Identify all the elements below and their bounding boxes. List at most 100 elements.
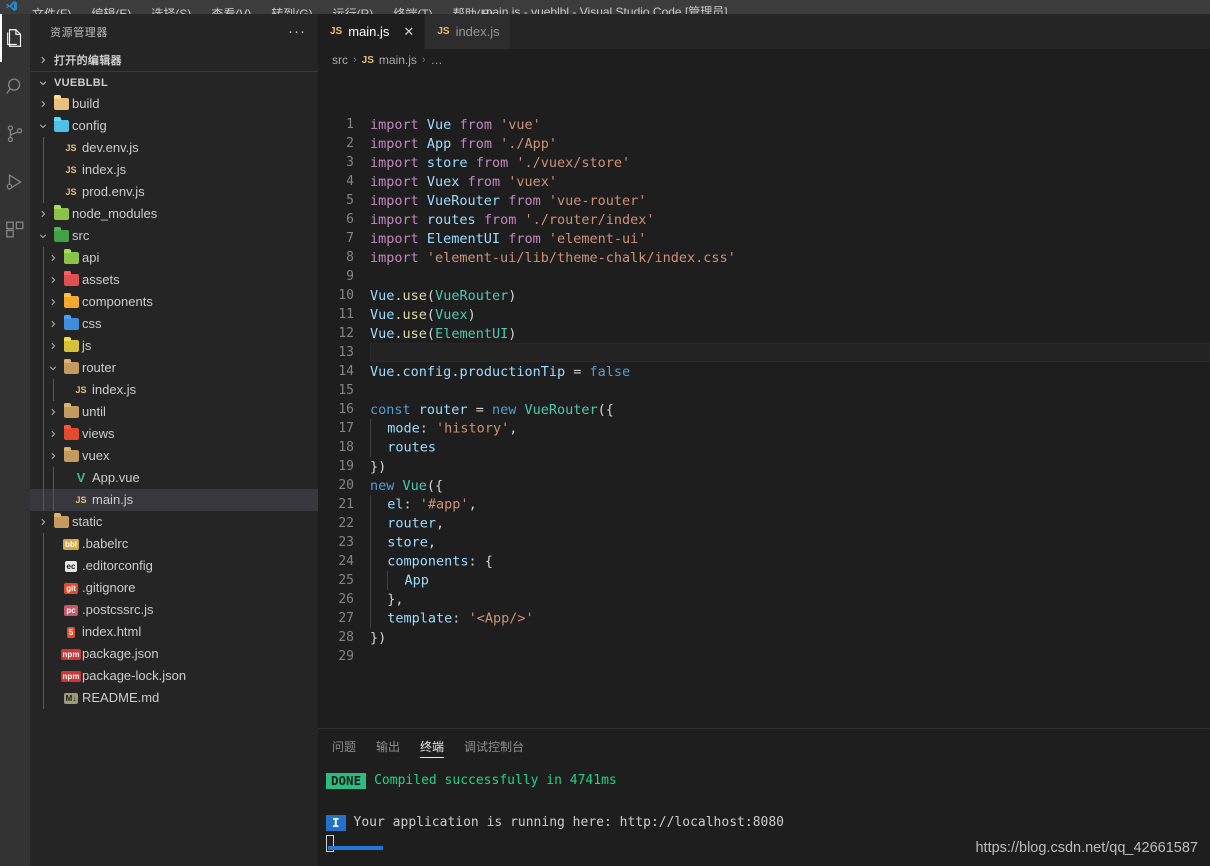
tree-item-index-html[interactable]: 5 index.html <box>30 621 318 643</box>
tree-item-js[interactable]: js <box>30 335 318 357</box>
code-token: productionTip <box>459 363 566 380</box>
code-token: router <box>418 401 468 418</box>
panel-tab-terminal[interactable]: 终端 <box>420 729 445 764</box>
workspace-root-section[interactable]: VUEBLBL <box>30 71 318 93</box>
tree-item-config[interactable]: config <box>30 115 318 137</box>
code-token: }) <box>370 458 387 475</box>
code-token: from <box>467 173 501 190</box>
tree-item-index-js[interactable]: JS index.js <box>30 379 318 401</box>
tree-item-views[interactable]: views <box>30 423 318 445</box>
code-token: , <box>509 420 518 437</box>
code-text: template: '<App/>' <box>370 609 534 628</box>
indent-guide <box>43 137 44 159</box>
line-number: 21 <box>338 497 354 512</box>
tree-item-dev-env-js[interactable]: JS dev.env.js <box>30 137 318 159</box>
tree-item-label: package-lock.json <box>82 668 187 683</box>
panel-tab-debug-console[interactable]: 调试控制台 <box>464 729 524 764</box>
code-line: 15 <box>318 381 1210 400</box>
breadcrumb[interactable]: src › JS main.js › … <box>318 49 1210 71</box>
indent-guide <box>370 514 371 533</box>
line-number: 15 <box>338 383 354 398</box>
tree-item-router[interactable]: router <box>30 357 318 379</box>
panel-tab-bar: 问题 输出 终端 调试控制台 <box>318 729 1210 764</box>
code-editor[interactable]: 1 import Vue from 'vue' 2 import App from '… <box>318 71 1210 742</box>
folder-icon <box>60 340 82 352</box>
more-actions-icon[interactable]: ··· <box>288 24 306 39</box>
line-number: 22 <box>338 516 354 531</box>
open-editors-section[interactable]: 打开的编辑器 <box>30 49 318 71</box>
chevron-right-icon <box>46 319 60 329</box>
code-token: 'vue' <box>500 116 541 133</box>
activity-run-debug-button[interactable] <box>0 158 30 206</box>
menu-bar[interactable]: 文件(F) 编辑(E) 选择(S) 查看(V) 转到(G) 运行(R) 终端(T… <box>22 0 503 14</box>
tree-item-css[interactable]: css <box>30 313 318 335</box>
workspace-root-label: VUEBLBL <box>54 76 109 89</box>
tree-item-package-json[interactable]: npm package.json <box>30 643 318 665</box>
folder-icon <box>50 230 72 242</box>
tab-main-js[interactable]: JS main.js ✕ <box>318 14 426 49</box>
code-token: VueRouter <box>426 192 501 209</box>
code-line: 17 mode: 'history', <box>318 419 1210 438</box>
tree-item--editorconfig[interactable]: ec .editorconfig <box>30 555 318 577</box>
panel-tab-output[interactable]: 输出 <box>376 729 400 764</box>
code-token: 'history' <box>436 420 510 437</box>
chevron-right-icon: › <box>353 54 357 66</box>
explorer-sidebar: 资源管理器 ··· 打开的编辑器 VUEBLBL build config JS de… <box>30 14 318 866</box>
activity-search-button[interactable] <box>0 62 30 110</box>
activity-extensions-button[interactable] <box>0 206 30 254</box>
indent-guide <box>43 577 44 599</box>
tree-item-package-lock-json[interactable]: npm package-lock.json <box>30 665 318 687</box>
file-icon: ec <box>64 560 78 572</box>
indent-guide <box>43 533 44 555</box>
tree-item-components[interactable]: components <box>30 291 318 313</box>
breadcrumb-src[interactable]: src <box>332 53 348 67</box>
panel-tab-problems[interactable]: 问题 <box>332 729 356 764</box>
tree-item-label: views <box>82 426 115 441</box>
indent-guide <box>43 335 44 357</box>
tree-item-src[interactable]: src <box>30 225 318 247</box>
folder-icon <box>60 252 82 264</box>
tree-item-assets[interactable]: assets <box>30 269 318 291</box>
code-token: use <box>402 306 427 323</box>
tree-item-until[interactable]: until <box>30 401 318 423</box>
tree-item-api[interactable]: api <box>30 247 318 269</box>
terminal-scrollbar[interactable] <box>328 846 383 850</box>
code-token: ( <box>426 325 436 342</box>
code-token: from <box>459 135 492 152</box>
tree-item--gitignore[interactable]: git .gitignore <box>30 577 318 599</box>
activity-explorer-button[interactable] <box>0 14 30 62</box>
chevron-right-icon <box>46 275 60 285</box>
close-icon[interactable]: ✕ <box>403 25 414 38</box>
tree-item-app-vue[interactable]: V App.vue <box>30 467 318 489</box>
activity-source-control-button[interactable] <box>0 110 30 158</box>
breadcrumb-symbol[interactable]: … <box>431 53 443 67</box>
tree-item-vuex[interactable]: vuex <box>30 445 318 467</box>
tree-item-prod-env-js[interactable]: JS prod.env.js <box>30 181 318 203</box>
tree-item-label: README.md <box>82 690 160 705</box>
code-token: import <box>370 249 427 266</box>
code-token: router <box>387 515 437 532</box>
tree-item-readme-md[interactable]: M↓ README.md <box>30 687 318 709</box>
js-icon: JS <box>330 26 343 37</box>
tree-item-index-js[interactable]: JS index.js <box>30 159 318 181</box>
tree-item-build[interactable]: build <box>30 93 318 115</box>
tree-item--postcssrc-js[interactable]: pc .postcssrc.js <box>30 599 318 621</box>
code-text: import Vue from 'vue' <box>370 117 541 133</box>
tree-item-node-modules[interactable]: node_modules <box>30 203 318 225</box>
code-line: 1 import Vue from 'vue' <box>318 115 1210 134</box>
code-text: routes <box>370 438 436 457</box>
vscode-logo-icon <box>0 0 22 14</box>
tree-item-main-js[interactable]: JS main.js <box>30 489 318 511</box>
tab-index-js[interactable]: JS index.js <box>425 14 511 49</box>
tree-item-static[interactable]: static <box>30 511 318 533</box>
code-text: import 'element-ui/lib/theme-chalk/index… <box>370 250 736 266</box>
tree-item--babelrc[interactable]: bbl .babelrc <box>30 533 318 555</box>
breadcrumb-file[interactable]: main.js <box>379 53 417 67</box>
code-token: ) <box>508 287 517 304</box>
chevron-right-icon <box>36 517 50 527</box>
indent-guide <box>43 401 44 423</box>
indent-guide <box>370 533 371 552</box>
